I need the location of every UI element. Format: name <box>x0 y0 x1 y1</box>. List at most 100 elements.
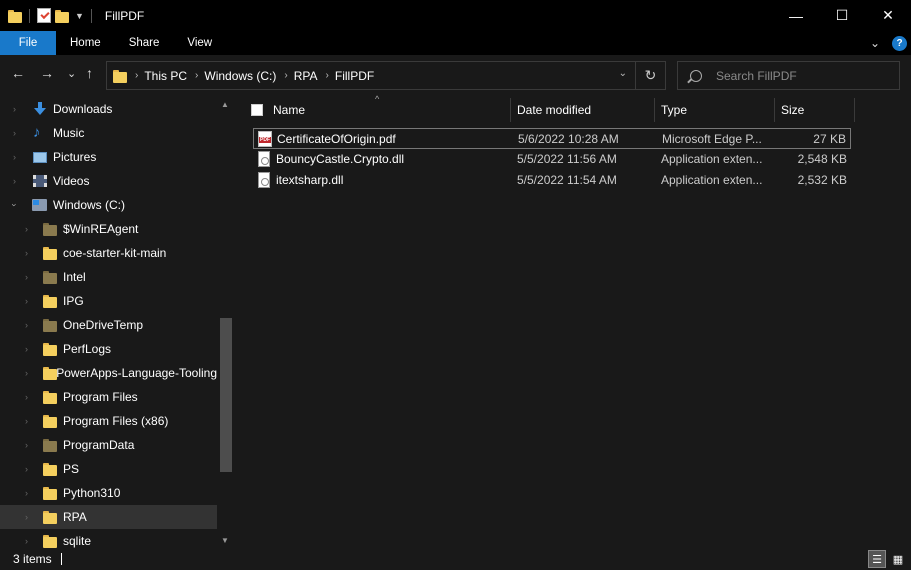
search-box[interactable]: Search FillPDF <box>677 61 900 90</box>
sidebar-item-program-files[interactable]: › Program Files <box>0 385 217 409</box>
details-view-icon[interactable]: ☰ <box>868 550 886 568</box>
sidebar-item-windows-c[interactable]: › Windows (C:) <box>0 193 217 217</box>
expand-chevron-icon[interactable]: › <box>13 176 16 186</box>
close-button[interactable]: ✕ <box>865 0 911 31</box>
expand-chevron-icon[interactable]: › <box>25 320 28 330</box>
breadcrumb-separator[interactable]: › <box>284 70 287 81</box>
scrollbar-thumb[interactable] <box>220 318 232 472</box>
address-dropdown-icon[interactable]: ⌄ <box>619 68 627 79</box>
expand-chevron-icon[interactable]: › <box>25 296 28 306</box>
sidebar-item-label: IPG <box>63 294 84 308</box>
file-row[interactable]: itextsharp.dll 5/5/2022 11:54 AM Applica… <box>253 170 851 191</box>
search-input[interactable]: Search FillPDF <box>716 69 797 83</box>
expand-chevron-icon[interactable]: › <box>25 392 28 402</box>
tab-home[interactable]: Home <box>56 31 115 55</box>
expand-chevron-icon[interactable]: › <box>25 536 28 546</box>
expand-chevron-icon[interactable]: › <box>25 488 28 498</box>
expand-chevron-icon[interactable]: › <box>25 248 28 258</box>
expand-chevron-icon[interactable]: › <box>25 416 28 426</box>
expand-chevron-icon[interactable]: › <box>13 128 16 138</box>
column-header-type[interactable]: Type <box>661 96 687 124</box>
new-folder-icon[interactable] <box>55 9 69 23</box>
breadcrumb-fillpdf[interactable]: FillPDF <box>335 69 374 83</box>
help-icon[interactable]: ? <box>892 35 907 51</box>
videos-icon <box>33 175 47 187</box>
sidebar-item-programdata[interactable]: › ProgramData <box>0 433 217 457</box>
minimize-button[interactable]: — <box>773 0 819 31</box>
sidebar-item-python310[interactable]: › Python310 <box>0 481 217 505</box>
sidebar-item-videos[interactable]: › Videos <box>0 169 217 193</box>
folder-icon <box>43 342 57 356</box>
refresh-button[interactable]: ↻ <box>635 62 665 89</box>
breadcrumb-separator[interactable]: › <box>135 70 138 81</box>
sidebar-item-label: ProgramData <box>63 438 135 452</box>
column-divider[interactable] <box>654 98 655 122</box>
sidebar-item-rpa[interactable]: › RPA <box>0 505 217 529</box>
recent-locations-button[interactable]: ⌄ <box>67 67 76 80</box>
file-row[interactable]: BouncyCastle.Crypto.dll 5/5/2022 11:56 A… <box>253 149 851 170</box>
large-icons-view-icon[interactable]: ▦ <box>889 550 907 568</box>
expand-chevron-icon[interactable]: › <box>13 152 16 162</box>
file-date-modified: 5/5/2022 11:56 AM <box>517 152 617 166</box>
maximize-button[interactable]: ☐ <box>819 0 865 31</box>
sidebar-item-music[interactable]: › ♪ Music <box>0 121 217 145</box>
column-divider[interactable] <box>510 98 511 122</box>
expand-chevron-icon[interactable]: › <box>25 224 28 234</box>
expand-chevron-icon[interactable]: › <box>25 512 28 522</box>
sidebar-item-downloads[interactable]: › Downloads <box>0 97 217 121</box>
sidebar-item-pictures[interactable]: › Pictures <box>0 145 217 169</box>
expand-chevron-icon[interactable]: › <box>25 368 28 378</box>
tab-file[interactable]: File <box>0 31 56 55</box>
breadcrumb-windows-c[interactable]: Windows (C:) <box>204 69 276 83</box>
folder-icon <box>43 534 57 548</box>
properties-icon[interactable] <box>37 8 51 23</box>
column-divider[interactable] <box>854 98 855 122</box>
file-name: CertificateOfOrigin.pdf <box>277 132 396 146</box>
sidebar-item-label: coe-starter-kit-main <box>63 246 167 260</box>
breadcrumb-separator[interactable]: › <box>195 70 198 81</box>
item-count: 3 items <box>13 552 52 566</box>
sidebar-item-coe-starter-kit-main[interactable]: › coe-starter-kit-main <box>0 241 217 265</box>
breadcrumb-separator[interactable]: › <box>326 70 329 81</box>
up-button[interactable]: ↑ <box>86 65 93 81</box>
tab-view[interactable]: View <box>173 31 226 55</box>
breadcrumb-rpa[interactable]: RPA <box>294 69 318 83</box>
sidebar-item-perflogs[interactable]: › PerfLogs <box>0 337 217 361</box>
column-header-date-modified[interactable]: Date modified <box>517 96 591 124</box>
breadcrumb-this-pc[interactable]: This PC <box>144 69 187 83</box>
sidebar-item-ps[interactable]: › PS <box>0 457 217 481</box>
column-divider[interactable] <box>774 98 775 122</box>
music-icon: ♪ <box>33 124 41 141</box>
expand-chevron-icon[interactable]: › <box>25 344 28 354</box>
column-header-size[interactable]: Size <box>781 96 804 124</box>
select-all-checkbox[interactable] <box>251 104 263 116</box>
expand-chevron-icon[interactable]: › <box>25 440 28 450</box>
sort-ascending-icon: ^ <box>375 94 380 104</box>
expand-chevron-icon[interactable]: › <box>25 272 28 282</box>
address-bar[interactable]: › This PC › Windows (C:) › RPA › FillPDF… <box>106 61 666 90</box>
sidebar-item-intel[interactable]: › Intel <box>0 265 217 289</box>
scroll-up-icon[interactable]: ▲ <box>221 100 229 109</box>
tab-share[interactable]: Share <box>115 31 174 55</box>
file-type: Application exten... <box>661 173 763 187</box>
sidebar-item-winreagent[interactable]: › $WinREAgent <box>0 217 217 241</box>
expand-chevron-icon[interactable]: › <box>25 464 28 474</box>
folder-icon <box>43 462 57 476</box>
collapse-chevron-icon[interactable]: › <box>10 204 20 207</box>
sidebar-item-onedrivetemp[interactable]: › OneDriveTemp <box>0 313 217 337</box>
expand-ribbon-icon[interactable]: ⌄ <box>870 36 880 50</box>
sidebar-item-powerapps-language-tooling[interactable]: › PowerApps-Language-Tooling <box>0 361 217 385</box>
sidebar-item-ipg[interactable]: › IPG <box>0 289 217 313</box>
column-header-name[interactable]: Name <box>273 96 305 124</box>
sidebar-item-sqlite[interactable]: › sqlite <box>0 529 217 548</box>
back-button[interactable]: ← <box>11 65 25 81</box>
scroll-down-icon[interactable]: ▼ <box>221 536 229 545</box>
customize-toolbar-icon[interactable]: ▼ <box>75 11 84 21</box>
folder-icon <box>43 294 57 308</box>
sidebar-item-program-files-x86[interactable]: › Program Files (x86) <box>0 409 217 433</box>
expand-chevron-icon[interactable]: › <box>13 104 16 114</box>
forward-button[interactable]: → <box>40 65 54 81</box>
file-row[interactable]: CertificateOfOrigin.pdf 5/6/2022 10:28 A… <box>253 128 851 149</box>
sidebar-item-label: PowerApps-Language-Tooling <box>56 366 217 380</box>
sidebar-scrollbar[interactable]: ▲ ▼ <box>217 96 235 548</box>
